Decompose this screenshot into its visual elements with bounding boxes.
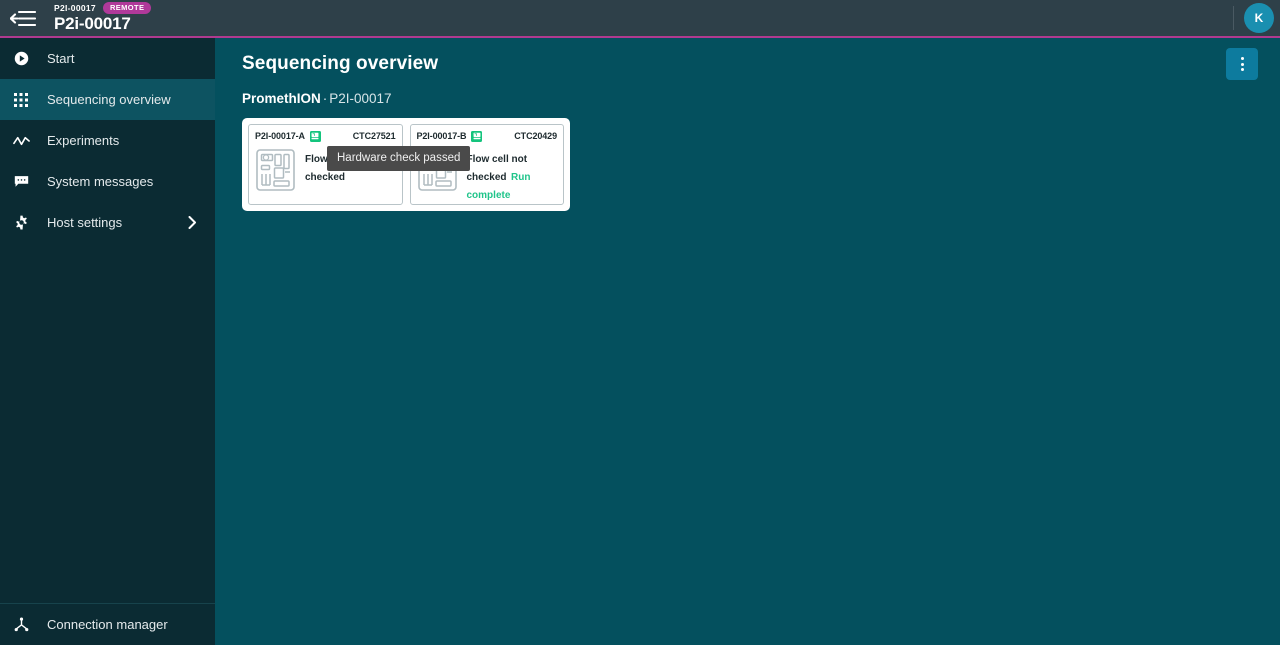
sidebar-item-label: Sequencing overview [47,92,171,107]
flow-cell-header: P2I-00017-B CTC20429 [416,129,557,143]
flow-cell-chip-icon [255,147,296,193]
sidebar-bottom-section: Connection manager [0,603,215,645]
sidebar-item-label: System messages [47,174,154,189]
flow-cell-status: Flow cell not checked [305,154,366,183]
kebab-dot [1240,68,1244,71]
message-icon [8,161,34,202]
flow-cell-chip-icon [417,147,458,193]
flow-cell-position: P2I-00017-B [416,131,467,141]
flowcell-mini-icon [473,132,481,140]
sidebar-item-sequencing-overview[interactable]: Sequencing overview [0,79,215,120]
sidebar: Start Sequencing overview Experiments Sy… [0,38,215,645]
collapse-menu-icon [10,10,36,26]
flow-cell-body: Flow cell not checked [255,147,396,193]
sidebar-item-connection-manager[interactable]: Connection manager [0,604,215,645]
sidebar-item-system-messages[interactable]: System messages [0,161,215,202]
flow-cell-id: CTC20429 [514,131,557,141]
more-options-button[interactable] [1226,48,1258,80]
flow-cell-card-b[interactable]: P2I-00017-B CTC20429 Flow cell not check… [409,124,564,205]
sidebar-item-label: Host settings [47,215,123,230]
device-code: P2I-00017 [54,3,96,13]
flow-cell-panel: P2I-00017-A CTC27521 Flow cell not check… [242,118,570,211]
main-content: Sequencing overview PromethION · P2I-00017… [215,38,1280,645]
hardware-check-passed-badge[interactable] [471,130,483,142]
sidebar-item-start[interactable]: Start [0,38,215,79]
kebab-dot [1240,62,1244,66]
subtitle-device-type: PromethION [242,91,321,106]
sidebar-item-experiments[interactable]: Experiments [0,120,215,161]
chevron-right-icon [188,202,197,243]
flow-cell-id: CTC27521 [352,131,396,141]
device-meta-row: P2I-00017 REMOTE [54,1,152,15]
collapse-menu-button[interactable] [0,0,46,36]
flow-cell-position: P2I-00017-A [255,131,305,141]
flowcell-mini-icon [311,132,319,140]
flow-cell-card-a[interactable]: P2I-00017-A CTC27521 Flow cell not check… [248,124,403,205]
sidebar-item-label: Experiments [47,133,120,148]
sidebar-item-label: Start [47,51,75,66]
app-root: P2I-00017 REMOTE P2i-00017 K Start Seque… [0,0,1280,645]
page-subtitle: PromethION · P2I-00017 [242,91,392,106]
flow-cell-text-block: Flow cell not checked [296,147,396,193]
flow-cell-text-block: Flow cell not checked Run complete [458,147,558,203]
sidebar-item-host-settings[interactable]: Host settings [0,202,215,243]
subtitle-separator: · [322,91,328,106]
subtitle-device-id: P2I-00017 [329,91,392,106]
top-header-bar: P2I-00017 REMOTE P2i-00017 K [0,0,1280,36]
kebab-dot [1240,57,1244,60]
header-divider [1233,6,1234,30]
hardware-check-passed-badge[interactable] [309,130,321,142]
grid-icon [8,79,34,120]
gear-icon [8,202,34,243]
network-node-icon [8,604,34,645]
activity-line-icon [8,120,34,161]
play-circle-icon [8,38,34,79]
sidebar-item-label: Connection manager [47,617,168,632]
device-identity-block: P2I-00017 REMOTE P2i-00017 [46,0,152,36]
flow-cell-header: P2I-00017-A CTC27521 [255,129,396,143]
page-title: Sequencing overview [242,53,439,74]
user-avatar[interactable]: K [1244,3,1274,33]
remote-badge: REMOTE [102,1,152,15]
device-name: P2i-00017 [54,14,131,33]
flow-cell-body: Flow cell not checked Run complete [417,147,558,203]
